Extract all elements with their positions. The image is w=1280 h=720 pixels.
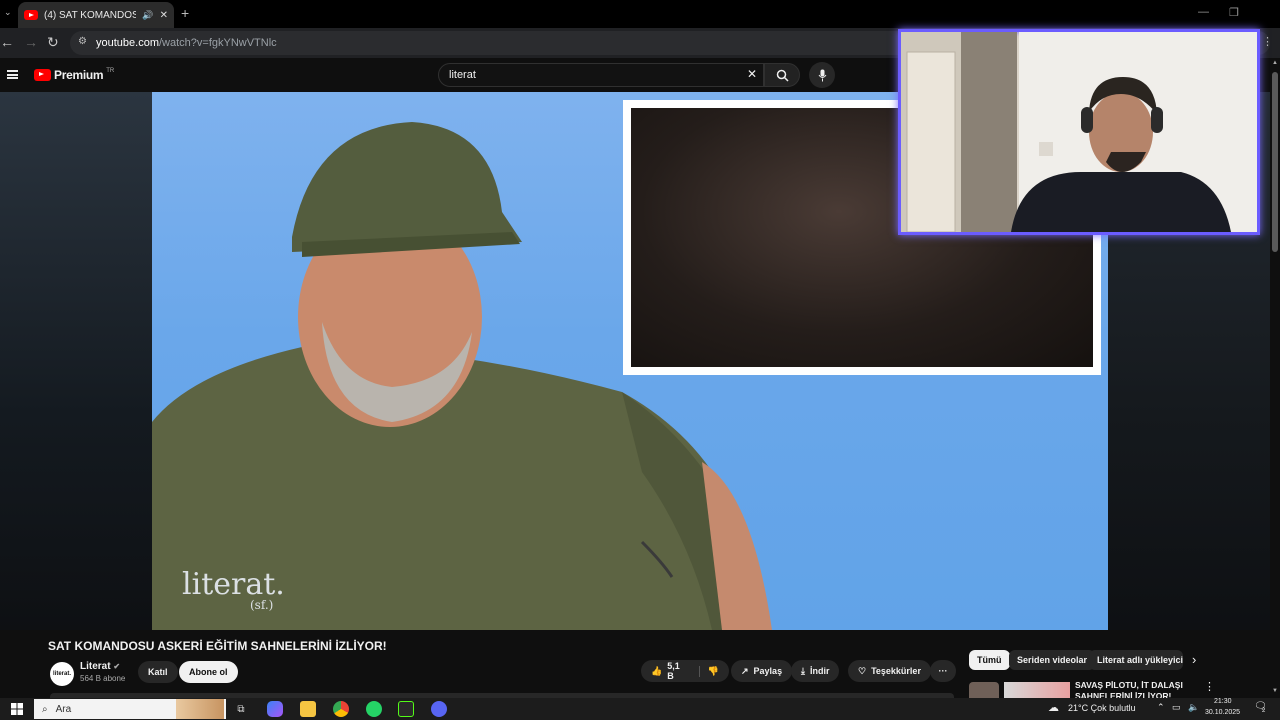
url-path: /watch?v=fgkYNwVTNlc xyxy=(158,37,277,49)
whatsapp-icon[interactable] xyxy=(366,701,382,717)
like-count[interactable]: 5,1 B xyxy=(667,661,688,681)
join-button[interactable]: Katıl xyxy=(138,661,178,683)
network-icon[interactable]: ▭ xyxy=(1172,702,1181,713)
chip-all[interactable]: Tümü xyxy=(969,650,1010,670)
thanks-icon: ♡ xyxy=(858,665,867,676)
webcam-overlay xyxy=(898,29,1260,235)
chrome-icon[interactable] xyxy=(333,701,349,717)
minimize-icon[interactable]: — xyxy=(1198,6,1209,18)
thanks-button[interactable]: ♡ Teşekkürler xyxy=(848,660,931,682)
channel-name-text: Literat xyxy=(80,661,111,672)
video-title: SAT KOMANDOSU ASKERİ EĞİTİM SAHNELERİNİ … xyxy=(48,639,387,653)
rec-thumbnail[interactable] xyxy=(1004,682,1070,698)
search-highlight-image xyxy=(176,699,224,719)
chip-series[interactable]: Seriden videolar xyxy=(1009,650,1096,670)
url-host: youtube.com xyxy=(96,37,159,49)
youtube-logo[interactable]: Premium TR xyxy=(34,68,114,82)
microphone-icon xyxy=(818,69,826,81)
verified-icon: ✔ xyxy=(113,662,121,671)
volume-icon[interactable]: 🔈 xyxy=(1188,702,1199,713)
reload-icon[interactable]: ↻ xyxy=(47,34,59,51)
file-explorer-icon[interactable] xyxy=(300,701,316,717)
weather-text[interactable]: 21°C Çok bulutlu xyxy=(1068,703,1136,713)
tab-list-icon[interactable]: ⌄ xyxy=(4,7,12,18)
back-icon[interactable]: ← xyxy=(0,34,14,50)
scroll-up-icon[interactable]: ▲ xyxy=(1272,60,1278,66)
browser-tab-strip: ⌄ (4) SAT KOMANDOSU ASKERİ EĞİTİM SAHNEL… xyxy=(0,0,1280,28)
page-scrollbar[interactable]: ▲ ▼ xyxy=(1270,58,1280,698)
video-info-section: SAT KOMANDOSU ASKERİ EĞİTİM SAHNELERİNİ … xyxy=(0,630,1270,698)
rec-menu-icon[interactable]: ⋮ xyxy=(1204,680,1215,693)
download-icon: ⤓ xyxy=(801,665,805,676)
like-dislike-group: 👍 5,1 B 👎 xyxy=(641,660,729,682)
browser-menu-icon[interactable]: ⋮ xyxy=(1262,35,1273,48)
chip-uploader[interactable]: Literat adlı yükleyiciden xyxy=(1089,650,1183,670)
clock-date[interactable]: 30.10.2025 xyxy=(1205,709,1240,716)
subscriber-count: 564 B abone xyxy=(80,674,126,683)
share-button[interactable]: ↗ Paylaş xyxy=(731,660,793,682)
voice-search-button[interactable] xyxy=(809,62,835,88)
scroll-down-icon[interactable]: ▼ xyxy=(1272,688,1278,694)
dislike-icon[interactable]: 👎 xyxy=(698,665,719,677)
ambient-left xyxy=(0,92,152,630)
channel-watermark: literat. xyxy=(182,567,285,602)
subscribe-button[interactable]: Abone ol xyxy=(179,661,238,683)
tab-title: (4) SAT KOMANDOSU ASKERİ EĞİTİM SAHNELER… xyxy=(44,9,137,21)
windows-start-icon[interactable] xyxy=(11,703,23,715)
notification-count: 2 xyxy=(1262,708,1266,714)
taskbar-search-placeholder: Ara xyxy=(55,703,72,715)
copilot-icon[interactable] xyxy=(267,701,283,717)
windows-taskbar: ⌕ Ara ⧉ ☁ 21°C Çok bulutlu ⌃ ▭ 🔈 21:30 3… xyxy=(0,698,1280,720)
taskbar-search[interactable]: ⌕ Ara xyxy=(34,699,226,719)
youtube-logo-icon xyxy=(34,69,51,81)
task-view-icon[interactable]: ⧉ xyxy=(233,701,249,717)
share-label: Paylaş xyxy=(753,666,783,676)
channel-avatar[interactable]: literat. xyxy=(50,662,74,686)
taskbar-search-icon: ⌕ xyxy=(42,703,48,715)
search-input[interactable]: literat ✕ xyxy=(438,63,764,87)
search-value: literat xyxy=(449,69,476,81)
tray-chevron-icon[interactable]: ⌃ xyxy=(1157,702,1165,713)
restore-icon[interactable]: ❐ xyxy=(1229,6,1239,19)
download-button[interactable]: ⤓ İndir xyxy=(791,660,840,682)
site-info-icon[interactable]: ⚙ xyxy=(78,36,87,47)
clock-time[interactable]: 21:30 xyxy=(1214,698,1232,705)
rec-thumb-small[interactable] xyxy=(969,682,999,698)
chips-next-icon[interactable]: › xyxy=(1192,652,1196,667)
channel-watermark-sub: (sf.) xyxy=(250,598,274,612)
search-icon xyxy=(776,69,789,82)
browser-tab-active[interactable]: (4) SAT KOMANDOSU ASKERİ EĞİTİM SAHNELER… xyxy=(18,2,174,28)
weather-icon: ☁ xyxy=(1048,702,1059,714)
channel-name[interactable]: Literat ✔ xyxy=(80,661,120,672)
search-button[interactable] xyxy=(764,63,800,87)
thanks-label: Teşekkürler xyxy=(871,666,921,676)
logo-text: Premium xyxy=(54,68,104,82)
new-tab-button[interactable]: + xyxy=(181,5,189,21)
kick-app-icon[interactable] xyxy=(398,701,414,717)
streamer-figure xyxy=(901,32,1257,232)
share-icon: ↗ xyxy=(741,665,749,676)
speaker-icon[interactable]: 🔊 xyxy=(142,10,153,21)
download-label: İndir xyxy=(809,666,830,676)
scrollbar-thumb[interactable] xyxy=(1272,72,1278,252)
rec-title[interactable]: SAVAŞ PİLOTU, İT DALAŞI SAHNELERİNİ İZLİ… xyxy=(1075,680,1201,698)
forward-icon[interactable]: → xyxy=(24,34,38,50)
clear-search-icon[interactable]: ✕ xyxy=(747,67,757,81)
youtube-favicon-icon xyxy=(24,10,38,20)
like-icon[interactable]: 👍 xyxy=(651,666,662,677)
region-code: TR xyxy=(106,68,115,74)
tab-close-icon[interactable]: ✕ xyxy=(160,10,168,21)
discord-icon[interactable] xyxy=(431,701,447,717)
more-actions-button[interactable]: ··· xyxy=(930,660,956,682)
hamburger-menu-icon[interactable] xyxy=(7,70,18,79)
